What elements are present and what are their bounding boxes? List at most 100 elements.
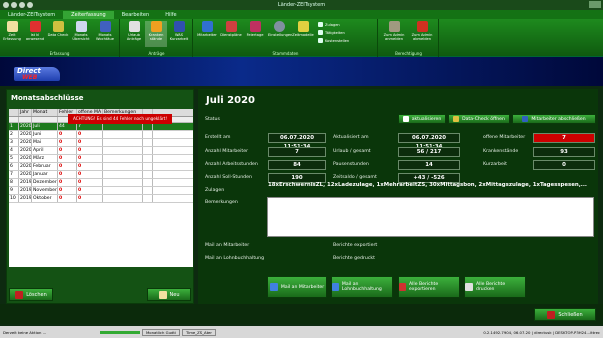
berichte-druck-label: Berichte gedruckt [333, 256, 375, 261]
cell-jahr: 2020 [20, 163, 32, 170]
cell-monat: Juni [32, 131, 58, 138]
delete-button[interactable]: Löschen [9, 288, 53, 301]
status-bar: Derzeit keine Aktion ... Monatlich Gudti… [0, 326, 603, 338]
table-row[interactable]: 3 2020 Mai 0 0 [9, 139, 193, 147]
monats-wochtaeue-button[interactable]: Monats Wochtäue [94, 21, 116, 47]
col-header-index[interactable] [9, 109, 19, 116]
time-model-icon [297, 21, 309, 32]
zulagen-label: Zulagen [205, 188, 225, 193]
offene-label: offene Mitarbeiter [483, 135, 526, 140]
cell-monat: Oktober [32, 195, 58, 202]
cell-monat: Mai [32, 139, 58, 146]
admin-abmelden-button[interactable]: Zum Admin abmelden [411, 21, 433, 47]
admin-anmelden-button[interactable]: Zum Admin anmelden [383, 21, 405, 47]
table-row[interactable]: 1 2020 Juli 44 7 [9, 123, 193, 131]
mail-employee-button[interactable]: Mail an Mitarbeiter [267, 276, 327, 298]
footer-bar: Schließen [0, 304, 603, 324]
data-check-icon [453, 116, 460, 122]
table-row[interactable]: 8 2019 Dezember 0 0 [9, 179, 193, 187]
taetigkeiten-button[interactable]: Tätigkeiten [318, 30, 345, 35]
dienstplaene-button[interactable]: Dienstpläne [220, 21, 242, 47]
cell-fehler: 0 [58, 187, 77, 194]
export-reports-button[interactable]: Alle Berichte exportieren [398, 276, 460, 298]
tab-hilfe[interactable]: Hilfe [157, 11, 184, 19]
cell-jahr: 2020 [20, 171, 32, 178]
tab-app[interactable]: Länder-ZEITsystem [0, 11, 63, 19]
cell-jahr: 2020 [20, 139, 32, 146]
tab-zeiterfassung[interactable]: Zeiterfassung [63, 11, 114, 19]
ribbon-group-erfassung: Zeit Erfassung Ist kl anwesend Data Chec… [0, 19, 120, 57]
einstellungen-button[interactable]: Einstellungen [268, 21, 292, 47]
mail-icon [269, 283, 278, 291]
check-icon [52, 21, 64, 32]
kostenstellen-button[interactable]: Kostenstellen [318, 38, 349, 43]
print-reports-button[interactable]: Alle Berichte drucken [464, 276, 526, 298]
cell-fehler: 0 [58, 171, 77, 178]
title-bar: Länder-ZEITsystem [0, 0, 603, 10]
urlaub-antraege-button[interactable]: Urlaub Anträge [123, 21, 145, 47]
ist-anwesend-button[interactable]: Ist kl anwesend [24, 21, 46, 47]
zeit-erfassung-button[interactable]: Zeit Erfassung [1, 21, 23, 47]
pausen-value: 14 [398, 160, 460, 170]
clock-icon [6, 21, 18, 32]
new-icon [158, 290, 167, 299]
vacation-icon [128, 21, 140, 32]
arbeitsstunden-value: 84 [268, 160, 326, 170]
cell-offene: 0 [77, 131, 103, 138]
col-header-jahr[interactable]: Jahr [19, 109, 32, 116]
mail-icon [332, 283, 339, 291]
table-row[interactable]: 7 2020 Januar 0 0 [9, 171, 193, 179]
bemerkungen-textarea[interactable] [267, 197, 594, 237]
kurzarbeit-button[interactable]: WAS Kurzarbeit [168, 21, 190, 47]
status-info: 0.2.1492.7904, 06.07.20 | directusk | DE… [483, 329, 600, 335]
mail-payroll-button[interactable]: Mail an Lohnbuchhaltung [331, 276, 393, 298]
data-check-open-button[interactable]: Data-Check öffnen [448, 114, 510, 124]
cell-offene: 0 [77, 163, 103, 170]
refresh-button[interactable]: aktualisieren [398, 114, 446, 124]
filter-jahr[interactable] [19, 117, 32, 122]
anzahl-ma-label: Anzahl Mitarbeiter [205, 149, 249, 154]
table-row[interactable]: 4 2020 April 0 0 [9, 147, 193, 155]
cell-bem [103, 131, 143, 138]
erstellt-value: 06.07.2020 11:51:34 [268, 133, 326, 150]
status-tab-1[interactable]: Monatlich Gudti [142, 328, 180, 336]
sick-icon [150, 21, 162, 32]
monats-uebersicht-button[interactable]: Monats Übersicht [70, 21, 92, 47]
zulagen-value: 18xErschwernisZL, 12xLadezulage, 1xMehra… [268, 182, 587, 188]
ribbon-group-antraege: Urlaub Anträge Kranken stände WAS Kurzar… [121, 19, 193, 57]
activity-icon [318, 30, 323, 35]
table-row[interactable]: 6 2020 Februar 0 0 [9, 163, 193, 171]
col-header-monat[interactable]: Monat [32, 109, 58, 116]
mail-lohn-label: Mail an Lohnbuchhaltung [205, 256, 265, 261]
detail-title: Juli 2020 [206, 95, 256, 106]
status-label: Status [205, 117, 220, 122]
krankenstaende-button[interactable]: Kranken stände [145, 21, 167, 47]
close-employee-button[interactable]: Mitarbeiter abschließen [512, 114, 596, 124]
lock-icon [388, 21, 400, 32]
table-row[interactable]: 5 2020 März 0 0 [9, 155, 193, 163]
holiday-icon [249, 21, 261, 32]
zeitmodelle-button[interactable]: Zeitmodelle [292, 21, 314, 47]
cell-offene: 0 [77, 139, 103, 146]
cell-n: 5 [9, 155, 19, 162]
filter-monat[interactable] [32, 117, 58, 122]
tab-bearbeiten[interactable]: Bearbeiten [114, 11, 157, 19]
gear-icon [273, 21, 285, 32]
table-row[interactable]: 9 2019 November 0 0 [9, 187, 193, 195]
cell-offene: 0 [77, 147, 103, 154]
cell-offene: 0 [77, 195, 103, 202]
feiertage-button[interactable]: Feiertage [244, 21, 266, 47]
close-button[interactable]: Schließen [534, 308, 596, 321]
urlaub-label: Urlaub / gesamt [333, 149, 371, 154]
mitarbeiter-button[interactable]: Mitarbeiter [196, 21, 218, 47]
table-row[interactable]: 2 2020 Juni 0 0 [9, 131, 193, 139]
offene-value: 7 [533, 133, 595, 143]
zulagen-button[interactable]: Zulagen [318, 22, 340, 27]
bemerkungen-label: Bemerkungen [205, 200, 238, 205]
delete-icon [15, 290, 24, 299]
table-row[interactable]: 10 2019 Oktober 0 0 [9, 195, 193, 203]
data-check-button[interactable]: Data Check [47, 21, 69, 47]
new-button[interactable]: Neu [147, 288, 191, 301]
status-tab-2[interactable]: Time_ZS_Ater [181, 328, 216, 336]
window-controls[interactable] [589, 1, 601, 8]
